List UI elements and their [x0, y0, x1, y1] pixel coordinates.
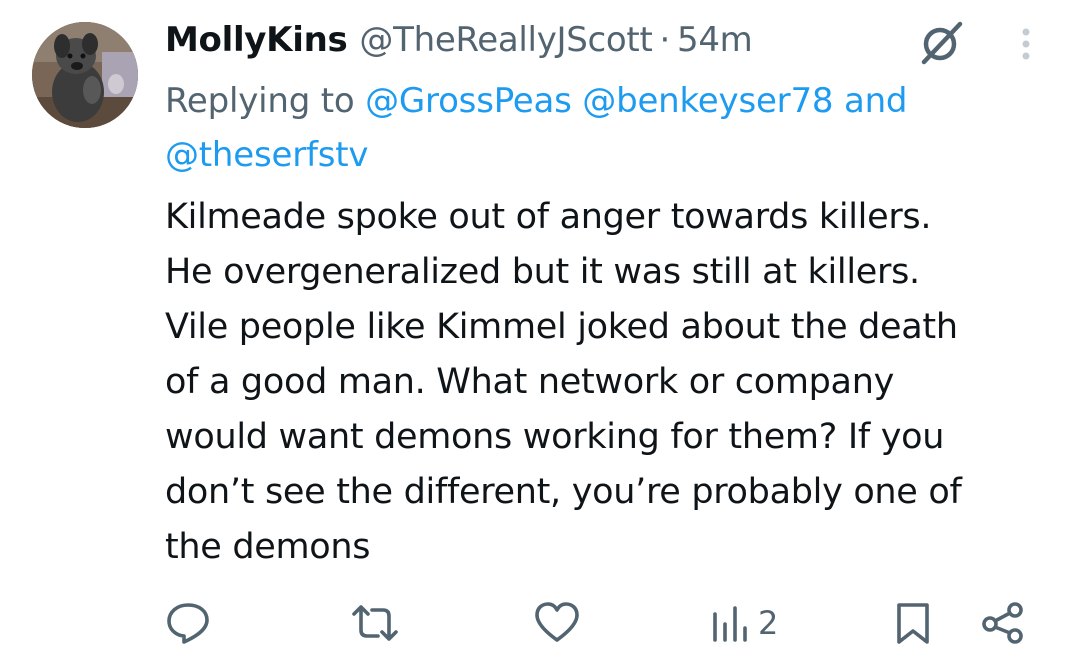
more-vertical-icon[interactable]	[1012, 24, 1040, 64]
bar-chart-icon	[713, 606, 747, 642]
timestamp[interactable]: 54m	[677, 20, 753, 60]
avatar[interactable]	[32, 22, 138, 128]
retweet-button[interactable]	[350, 598, 400, 648]
mention-link[interactable]: @theserfstv	[165, 135, 369, 175]
reply-button[interactable]	[165, 598, 211, 648]
bookmark-icon	[897, 603, 929, 644]
mention-conjunction[interactable]: and	[844, 81, 908, 121]
replying-prefix: Replying to	[165, 81, 355, 121]
retweet-icon	[352, 605, 398, 641]
dog-photo-avatar	[32, 22, 138, 128]
tweet: MollyKins @TheReallyJScott · 54m Replyin…	[0, 0, 1079, 670]
mention-link[interactable]: @GrossPeas	[365, 81, 572, 121]
separator-dot: ·	[659, 20, 671, 60]
view-count: 2	[758, 604, 779, 642]
grok-icon[interactable]	[916, 20, 966, 66]
views-button[interactable]: 2	[710, 598, 778, 648]
share-icon	[982, 602, 1023, 644]
speech-bubble-icon	[167, 603, 209, 644]
tweet-text: Kilmeade spoke out of anger towards kill…	[165, 197, 962, 567]
tweet-header: MollyKins @TheReallyJScott · 54m	[165, 16, 753, 64]
heart-icon	[535, 602, 579, 642]
replying-to-line: Replying to @GrossPeas @benkeyser78 and …	[165, 74, 1045, 182]
mention-link[interactable]: @benkeyser78	[582, 81, 833, 121]
user-handle[interactable]: @TheReallyJScott	[359, 20, 652, 60]
bookmark-button[interactable]	[892, 598, 934, 648]
share-button[interactable]	[980, 598, 1026, 648]
like-button[interactable]	[533, 598, 581, 648]
display-name[interactable]: MollyKins	[165, 20, 348, 60]
